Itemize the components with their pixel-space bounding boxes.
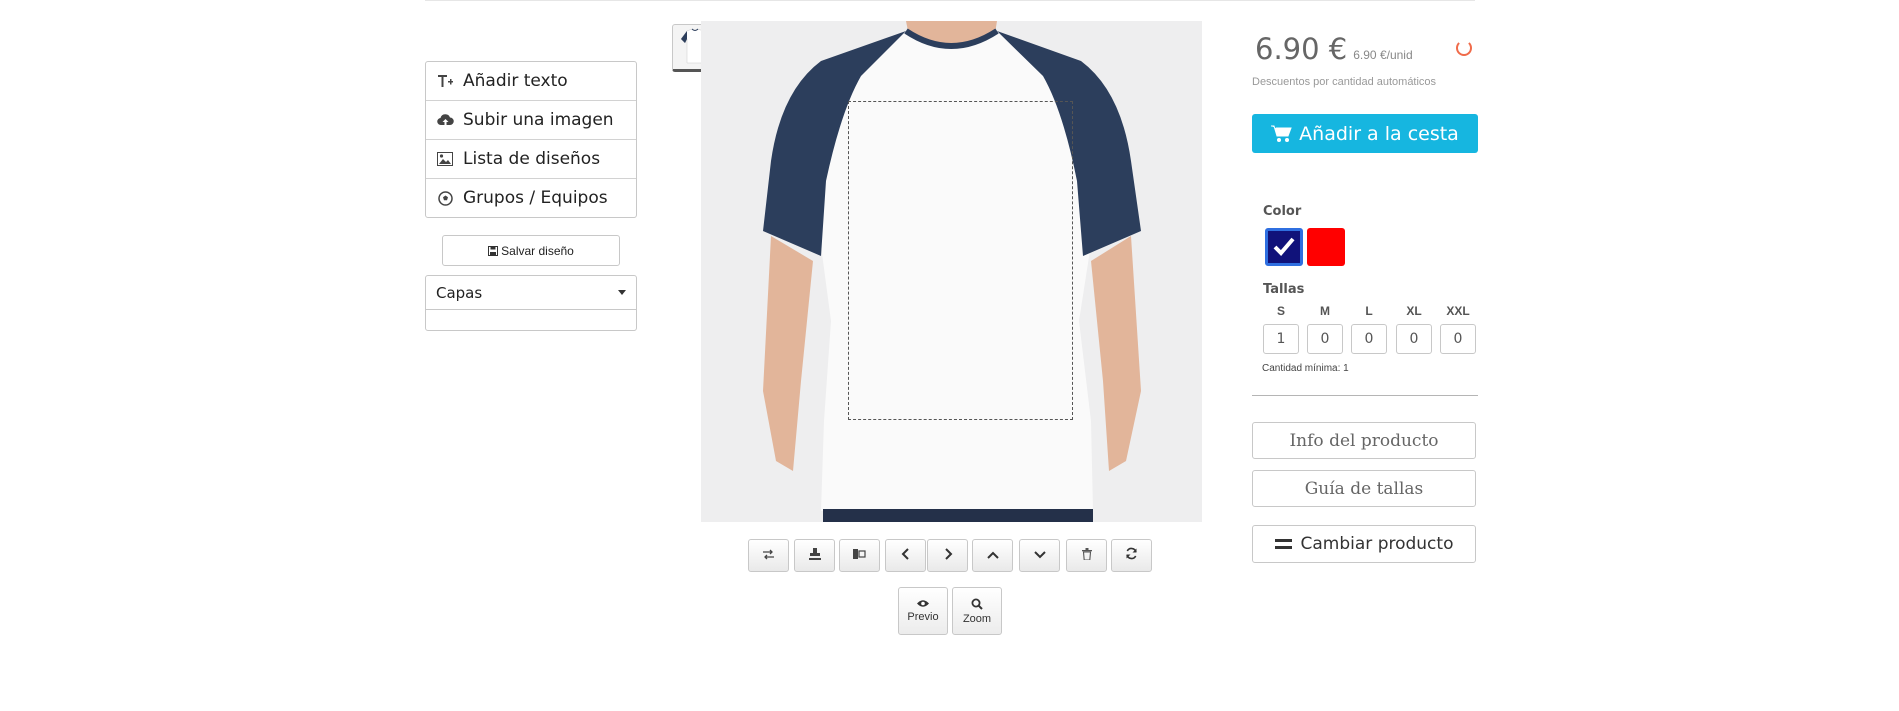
trash-icon (1081, 547, 1092, 565)
size-name: XL (1406, 304, 1422, 318)
chevron-left-icon (901, 547, 911, 565)
top-divider (425, 0, 1475, 1)
save-design-label: Salvar diseño (501, 243, 574, 258)
total-price: 6.90 € (1255, 32, 1348, 66)
preview-label: Previo (907, 611, 939, 623)
print-area-frame (848, 101, 1073, 420)
size-quantity-input[interactable]: 0 (1440, 324, 1476, 354)
loading-spinner-icon (1456, 40, 1472, 56)
size-l: L 0 (1351, 304, 1387, 354)
add-text-item[interactable]: Añadir texto (426, 62, 636, 101)
size-m: M 0 (1307, 304, 1343, 354)
chevron-up-icon (986, 547, 999, 565)
add-to-cart-button[interactable]: Añadir a la cesta (1252, 114, 1478, 153)
size-quantity-input[interactable]: 1 (1263, 324, 1299, 354)
size-name: L (1365, 304, 1373, 318)
color-swatch-navy[interactable] (1265, 228, 1303, 266)
add-text-label: Añadir texto (463, 71, 568, 91)
stamp-icon (808, 547, 821, 565)
swap-icon (762, 547, 775, 565)
soccer-ball-icon (436, 189, 454, 207)
add-to-cart-label: Añadir a la cesta (1299, 122, 1459, 145)
refresh-icon (1125, 547, 1138, 565)
caret-down-icon (618, 290, 626, 295)
change-product-label: Cambiar producto (1300, 534, 1454, 554)
cart-icon (1271, 125, 1292, 143)
image-icon (436, 150, 454, 168)
product-info-button[interactable]: Info del producto (1252, 422, 1476, 459)
minimum-quantity-note: Cantidad mínima: 1 (1262, 363, 1349, 374)
move-left-button[interactable] (885, 539, 926, 572)
cloud-upload-icon (436, 111, 454, 129)
design-tools-menu: Añadir texto Subir una imagen Lista de d… (425, 61, 637, 218)
zoom-label: Zoom (962, 612, 992, 625)
product-info-label: Info del producto (1289, 430, 1439, 451)
discount-note: Descuentos por cantidad automáticos (1252, 76, 1437, 88)
upload-image-item[interactable]: Subir una imagen (426, 101, 636, 140)
align-icon (852, 547, 867, 565)
size-xl: XL 0 (1396, 304, 1432, 354)
eye-icon (916, 599, 930, 608)
move-up-button[interactable] (972, 539, 1013, 572)
zoom-button[interactable]: Zoom (952, 587, 1002, 635)
color-swatch-red[interactable] (1307, 228, 1345, 266)
size-guide-button[interactable]: Guía de tallas (1252, 470, 1476, 507)
size-name: S (1276, 304, 1285, 318)
layers-panel: Capas (425, 275, 637, 331)
swap-button[interactable] (748, 539, 789, 572)
size-quantity-input[interactable]: 0 (1307, 324, 1343, 354)
move-right-button[interactable] (927, 539, 968, 572)
size-xxl: XXL 0 (1440, 304, 1476, 354)
align-button[interactable] (839, 539, 880, 572)
floppy-disk-icon (488, 245, 499, 256)
section-divider (1252, 395, 1478, 396)
magnifier-icon (971, 598, 983, 610)
color-label: Color (1263, 204, 1302, 219)
upload-image-label: Subir una imagen (463, 110, 614, 130)
add-text-icon (436, 72, 454, 90)
delete-button[interactable] (1066, 539, 1107, 572)
layers-dropdown[interactable]: Capas (426, 276, 636, 310)
chevron-right-icon (943, 547, 953, 565)
groups-teams-label: Grupos / Equipos (463, 188, 608, 208)
sizes-label: Tallas (1263, 282, 1305, 297)
design-list-item[interactable]: Lista de diseños (426, 140, 636, 179)
size-quantity-input[interactable]: 0 (1396, 324, 1432, 354)
size-name: M (1320, 304, 1330, 318)
unit-price: 6.90 €/unid (1353, 48, 1413, 62)
size-s: S 1 (1263, 304, 1299, 354)
reset-button[interactable] (1111, 539, 1152, 572)
price-block: 6.90 € 6.90 €/unid (1255, 32, 1413, 66)
checkmark-icon (1273, 237, 1295, 256)
change-product-button[interactable]: Cambiar producto (1252, 525, 1476, 563)
size-name: XXL (1446, 304, 1470, 318)
groups-teams-item[interactable]: Grupos / Equipos (426, 179, 636, 217)
move-down-button[interactable] (1019, 539, 1060, 572)
menu-bars-icon (1274, 538, 1292, 550)
save-design-button[interactable]: Salvar diseño (442, 235, 620, 266)
design-list-label: Lista de diseños (463, 149, 601, 169)
size-quantity-input[interactable]: 0 (1351, 324, 1387, 354)
chevron-down-icon (1033, 547, 1046, 565)
size-guide-label: Guía de tallas (1304, 478, 1424, 499)
layers-label: Capas (436, 283, 483, 302)
preview-button[interactable]: Previo (898, 587, 948, 635)
stamp-button[interactable] (794, 539, 835, 572)
